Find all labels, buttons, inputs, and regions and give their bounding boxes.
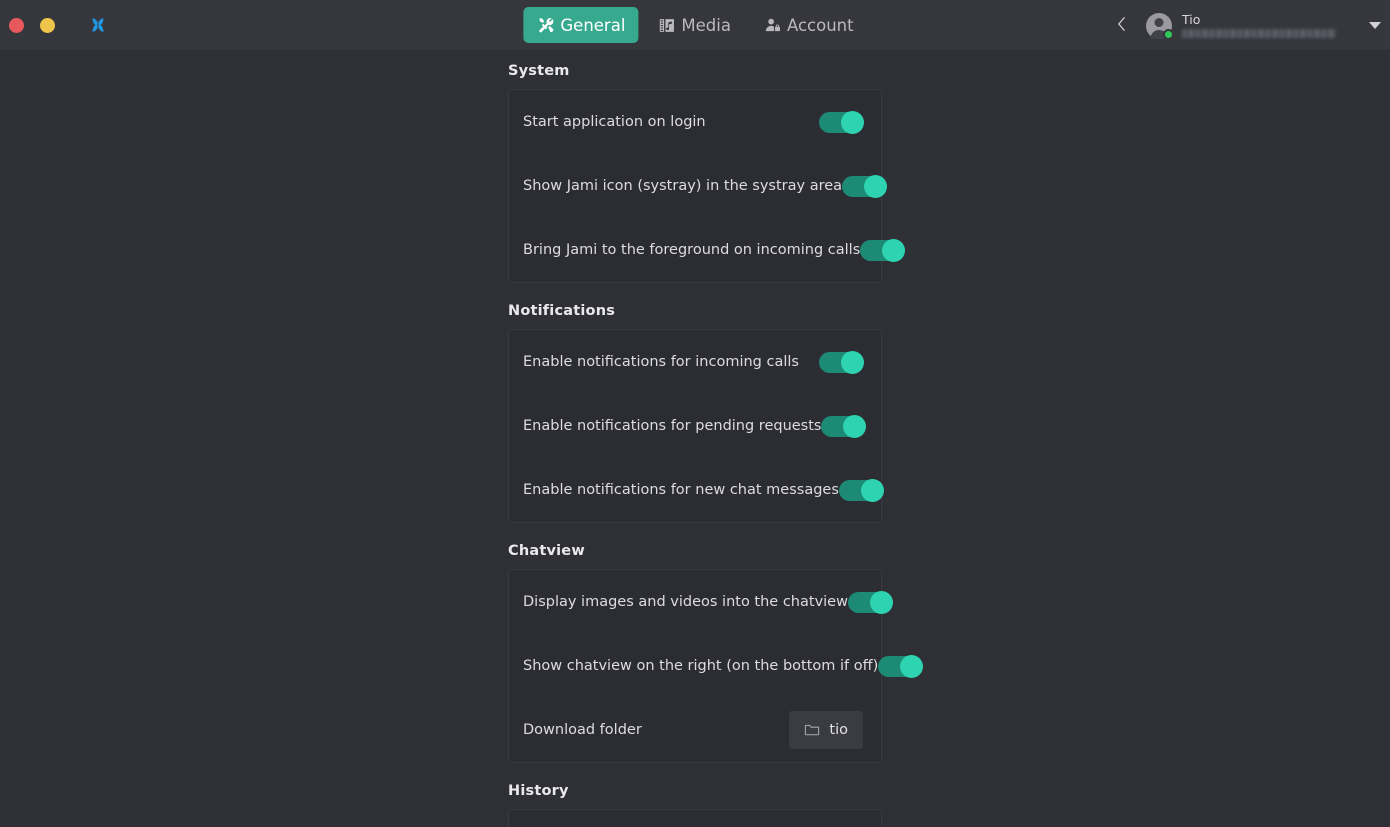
- titlebar-right-group: Tio: [1104, 0, 1390, 51]
- setting-label: Start application on login: [523, 114, 706, 130]
- setting-row-display-media: Display images and videos into the chatv…: [509, 570, 893, 634]
- back-button[interactable]: [1104, 0, 1138, 51]
- jami-logo-icon: [87, 14, 109, 36]
- setting-label: Show chatview on the right (on the botto…: [523, 658, 879, 674]
- tab-account-label: Account: [786, 15, 854, 35]
- tab-general[interactable]: General: [523, 7, 639, 43]
- toggle-notify-chat-messages[interactable]: [838, 478, 884, 502]
- download-folder-value: tio: [829, 722, 848, 738]
- film-music-icon: [657, 16, 676, 35]
- setting-row-download-folder: Download folder tio: [509, 698, 881, 762]
- tools-icon: [536, 16, 555, 35]
- toggle-notify-incoming-calls[interactable]: [819, 350, 864, 374]
- section-card-history: [508, 809, 882, 827]
- toggle-show-systray-icon[interactable]: [842, 174, 888, 198]
- section-title-notifications: Notifications: [508, 303, 616, 319]
- account-text: Tio: [1182, 13, 1360, 38]
- person-lock-icon: [763, 16, 782, 35]
- folder-icon: [804, 723, 820, 737]
- account-selector[interactable]: Tio: [1138, 0, 1360, 51]
- section-title-history: History: [508, 783, 569, 799]
- title-bar: General Media Account Tio: [0, 0, 1390, 51]
- tab-account[interactable]: Account: [750, 7, 867, 43]
- tab-media[interactable]: Media: [644, 7, 744, 43]
- section-title-system: System: [508, 63, 570, 79]
- account-id-redacted: [1182, 29, 1336, 38]
- close-window-button[interactable]: [9, 17, 24, 33]
- toggle-chatview-position[interactable]: [878, 654, 924, 678]
- account-name: Tio: [1182, 12, 1201, 27]
- toggle-display-media[interactable]: [847, 590, 893, 614]
- setting-label: Display images and videos into the chatv…: [523, 594, 848, 610]
- setting-row-foreground-on-calls: Bring Jami to the foreground on incoming…: [509, 218, 906, 282]
- setting-label: Bring Jami to the foreground on incoming…: [523, 242, 861, 258]
- minimize-window-button[interactable]: [40, 17, 55, 33]
- chevron-down-icon: [1369, 22, 1381, 29]
- chevron-left-icon: [1114, 15, 1129, 37]
- setting-label: Enable notifications for pending request…: [523, 418, 822, 434]
- setting-row-show-systray-icon: Show Jami icon (systray) in the systray …: [509, 154, 888, 218]
- window-controls: [0, 14, 109, 36]
- section-title-chatview: Chatview: [508, 543, 585, 559]
- setting-label: Download folder: [523, 722, 642, 738]
- setting-label: Enable notifications for incoming calls: [523, 354, 799, 370]
- setting-row-notify-chat-messages: Enable notifications for new chat messag…: [509, 458, 884, 522]
- section-card-notifications: Enable notifications for incoming calls …: [508, 329, 884, 523]
- presence-online-indicator: [1163, 28, 1174, 40]
- section-card-chatview: Display images and videos into the chatv…: [508, 569, 924, 763]
- setting-label: Enable notifications for new chat messag…: [523, 482, 839, 498]
- toggle-foreground-on-calls[interactable]: [860, 238, 906, 262]
- settings-content: System Start application on login Show J…: [0, 51, 1390, 827]
- setting-row-start-on-login: Start application on login: [509, 90, 881, 154]
- setting-row-notify-pending-requests: Enable notifications for pending request…: [509, 394, 881, 458]
- setting-label: Show Jami icon (systray) in the systray …: [523, 178, 843, 194]
- setting-row-chatview-position: Show chatview on the right (on the botto…: [509, 634, 924, 698]
- tab-media-label: Media: [681, 15, 731, 35]
- tab-general-label: General: [560, 15, 626, 35]
- settings-tabs: General Media Account: [523, 7, 866, 43]
- download-folder-button[interactable]: tio: [789, 711, 863, 749]
- avatar: [1146, 12, 1174, 40]
- section-card-system: Start application on login Show Jami ico…: [508, 89, 906, 283]
- general-settings-column: System Start application on login Show J…: [508, 51, 924, 827]
- toggle-notify-pending-requests[interactable]: [821, 414, 867, 438]
- account-dropdown-button[interactable]: [1360, 0, 1390, 51]
- setting-row-notify-incoming-calls: Enable notifications for incoming calls: [509, 330, 881, 394]
- toggle-start-on-login[interactable]: [819, 110, 864, 134]
